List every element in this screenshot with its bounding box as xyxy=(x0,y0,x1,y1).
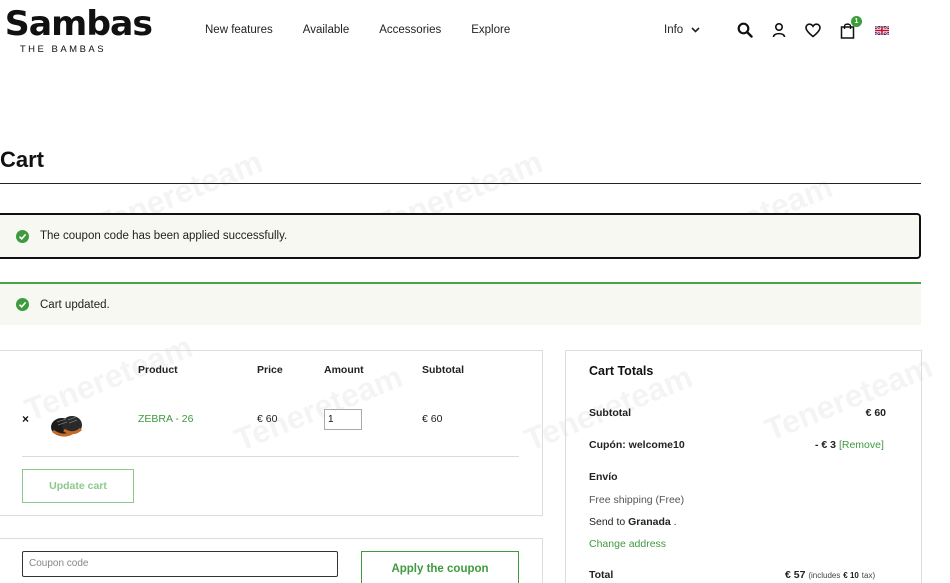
logo-tagline: THE BAMBAS xyxy=(19,44,107,55)
apply-coupon-button[interactable]: Apply the coupon xyxy=(361,551,519,583)
check-circle-icon xyxy=(16,298,29,311)
logo-wordmark: Sambas xyxy=(4,4,153,44)
update-cart-button[interactable]: Update cart xyxy=(22,469,134,503)
tax-prefix: (includes xyxy=(808,571,841,580)
coupon-discount-value: - € 3 xyxy=(815,439,837,451)
remove-item-button[interactable]: × xyxy=(22,412,29,426)
send-to-city: Granada xyxy=(628,516,671,528)
quantity-input[interactable]: 1 xyxy=(324,409,362,430)
total-amount: € 57 (includes € 10 tax) xyxy=(785,569,875,581)
total-value: € 57 xyxy=(785,569,806,581)
check-circle-icon xyxy=(16,229,29,243)
product-name-link[interactable]: ZEBRA - 26 xyxy=(138,413,193,425)
nav-item-new-features[interactable]: New features xyxy=(205,24,273,36)
page-title: Cart xyxy=(0,147,45,172)
column-header-product: Product xyxy=(138,364,178,376)
row-divider xyxy=(22,456,519,457)
account-icon[interactable] xyxy=(770,21,788,39)
header-icons: 1 xyxy=(736,16,906,39)
nav-item-available[interactable]: Available xyxy=(303,24,349,36)
subtotal-label: Subtotal xyxy=(589,407,631,419)
send-to-suffix: . xyxy=(673,516,677,528)
cart-updated-text: Cart updated. xyxy=(40,298,110,311)
column-header-price: Price xyxy=(257,364,283,376)
heart-icon[interactable] xyxy=(804,21,822,39)
info-label: Info xyxy=(664,24,684,36)
coupon-applied-text: The coupon code has been applied success… xyxy=(40,230,288,242)
main-nav: New features Available Accessories Explo… xyxy=(205,24,540,36)
cart-updated-notice: Cart updated. xyxy=(0,282,921,325)
product-price: € 60 xyxy=(257,413,278,425)
search-icon[interactable] xyxy=(736,21,754,39)
shipping-method: Free shipping (Free) xyxy=(589,494,685,506)
coupon-applied-notice: The coupon code has been applied success… xyxy=(0,213,921,259)
subtotal-value: € 60 xyxy=(865,407,886,419)
info-dropdown[interactable]: Info xyxy=(664,24,700,36)
column-header-subtotal: Subtotal xyxy=(422,364,464,376)
cart-totals-title: Cart Totals xyxy=(589,364,654,378)
total-label: Total xyxy=(589,569,614,581)
coupon-code-input[interactable]: Coupon code xyxy=(22,551,338,577)
nav-item-accessories[interactable]: Accessories xyxy=(379,24,441,36)
shipping-destination: Send to Granada . xyxy=(589,516,677,528)
change-address-link[interactable]: Change address xyxy=(589,538,666,550)
cart-bag-icon[interactable]: 1 xyxy=(838,16,862,39)
column-header-amount: Amount xyxy=(324,364,364,376)
title-divider xyxy=(0,183,921,184)
chevron-down-icon xyxy=(691,27,700,33)
brand-logo[interactable]: Sambas THE BAMBAS xyxy=(4,4,153,55)
uk-flag-icon[interactable] xyxy=(872,21,890,39)
tax-value: € 10 xyxy=(843,571,859,580)
shipping-label: Envío xyxy=(589,471,618,483)
remove-coupon-link[interactable]: [Remove] xyxy=(839,439,884,451)
nav-item-explore[interactable]: Explore xyxy=(471,24,510,36)
coupon-label: Cupón: welcome10 xyxy=(589,439,685,451)
product-subtotal: € 60 xyxy=(422,413,443,425)
send-to-prefix: Send to xyxy=(589,516,626,528)
tax-suffix: tax) xyxy=(861,571,876,580)
product-thumbnail[interactable] xyxy=(44,400,88,442)
coupon-discount: - € 3 [Remove] xyxy=(815,439,884,451)
cart-count-badge: 1 xyxy=(851,16,862,27)
